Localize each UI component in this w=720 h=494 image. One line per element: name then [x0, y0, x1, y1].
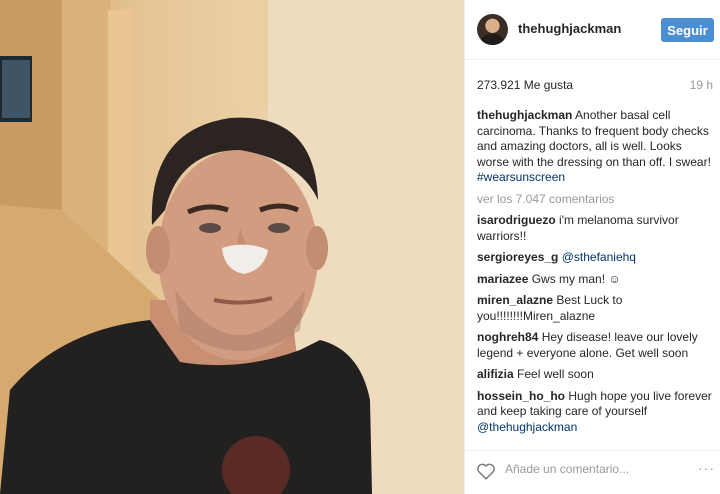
comment-mention[interactable]: @sthefaniehq — [562, 250, 636, 264]
comment-mention[interactable]: @thehughjackman — [477, 420, 577, 434]
comment-username[interactable]: isarodriguezo — [477, 213, 556, 227]
comment-item: mariazee Gws my man! ☺ — [477, 272, 713, 288]
post-side-panel: thehughjackman Seguir 273.921 Me gusta 1… — [464, 0, 720, 494]
post-photo — [0, 0, 464, 494]
comment-username[interactable]: sergioreyes_g — [477, 250, 558, 264]
comment-username[interactable]: mariazee — [477, 272, 528, 286]
comments-list: thehughjackman Another basal cell carcin… — [477, 108, 713, 441]
avatar[interactable] — [477, 14, 508, 45]
comment-item: alifizia Feel well soon — [477, 367, 713, 383]
selfie-illustration — [0, 0, 464, 494]
comment-item: sergioreyes_g @sthefaniehq — [477, 250, 713, 266]
comment-item: miren_alazne Best Luck to you!!!!!!!!Mir… — [477, 293, 713, 324]
follow-button[interactable]: Seguir — [661, 18, 714, 42]
post-meta: 273.921 Me gusta 19 h — [477, 78, 713, 96]
likes-count[interactable]: 273.921 Me gusta — [477, 78, 573, 92]
caption-username[interactable]: thehughjackman — [477, 108, 572, 122]
post-time[interactable]: 19 h — [690, 78, 713, 92]
comment-item: isarodriguezo i'm melanoma survivor warr… — [477, 213, 713, 244]
caption: thehughjackman Another basal cell carcin… — [477, 108, 713, 186]
comment-username[interactable]: miren_alazne — [477, 293, 553, 307]
comment-username[interactable]: noghreh84 — [477, 330, 538, 344]
comment-text: Feel well soon — [517, 367, 594, 381]
comment-username[interactable]: hossein_ho_ho — [477, 389, 565, 403]
username-link[interactable]: thehughjackman — [518, 21, 621, 36]
caption-hashtag[interactable]: #wearsunscreen — [477, 170, 565, 184]
comment-item: noghreh84 Hey disease! leave our lovely … — [477, 330, 713, 361]
comment-username[interactable]: alifizia — [477, 367, 514, 381]
comment-text: Gws my man! ☺ — [531, 271, 621, 286]
more-options-icon[interactable]: ··· — [698, 460, 715, 476]
comment-bar: Añade un comentario... ··· — [465, 450, 720, 494]
comment-item: hossein_ho_ho Hugh hope you live forever… — [477, 389, 713, 436]
add-comment-input[interactable]: Añade un comentario... — [505, 462, 629, 476]
view-all-comments-link[interactable]: ver los 7.047 comentarios — [477, 192, 713, 208]
post-header: thehughjackman Seguir — [465, 0, 720, 60]
heart-icon[interactable] — [475, 460, 497, 482]
